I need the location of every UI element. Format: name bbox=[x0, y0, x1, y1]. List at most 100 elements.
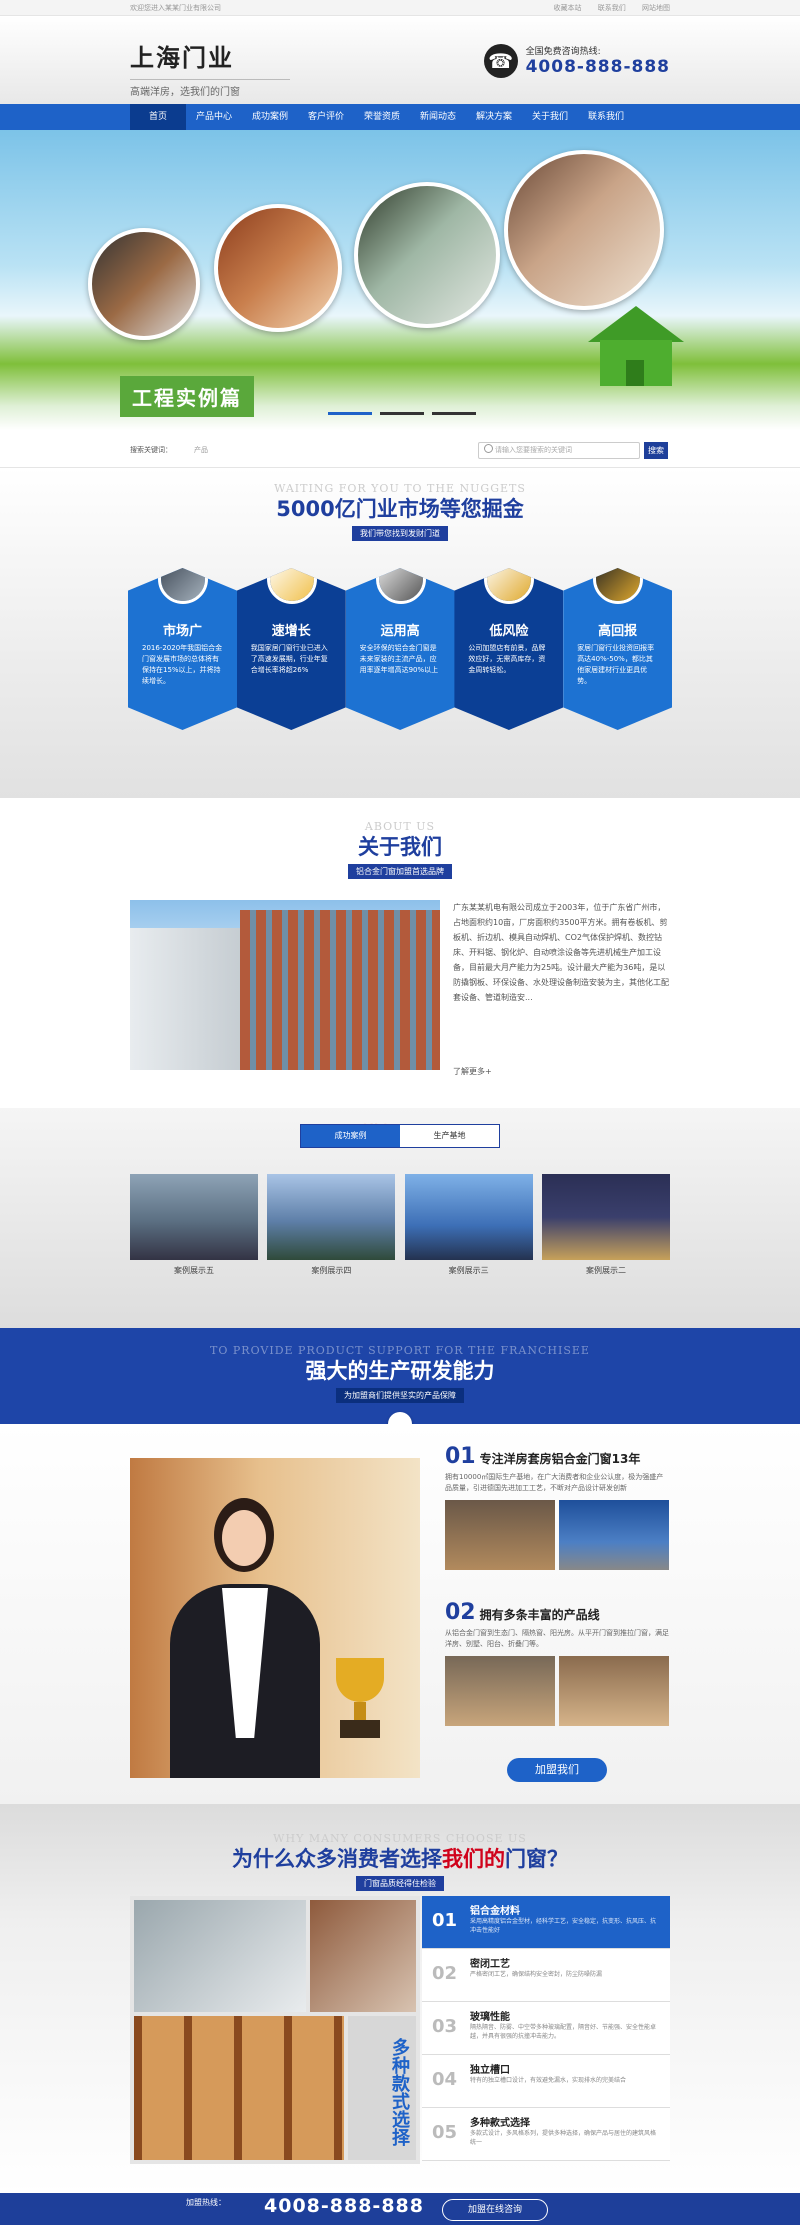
case-item[interactable]: 案例展示五 bbox=[130, 1174, 258, 1276]
why-item[interactable]: 03 玻璃性能 隔热隔音、防雾、中空带多种玻璃配置，隔音好、节能强、安全性能卓越，并… bbox=[422, 2002, 670, 2055]
market-card[interactable]: 运用高 安全环保的铝合金门窗是未来家装的主流产品，应用率逐年增高达90%以上 bbox=[345, 554, 455, 734]
factory-photo bbox=[445, 1500, 555, 1570]
why-item[interactable]: 05 多种款式选择 多款式设计，多风格系列，提供多种选择，确保产品与居住的建筑风格统… bbox=[422, 2108, 670, 2161]
case-tabs: 成功案例 生产基地 bbox=[300, 1124, 500, 1148]
case-caption: 案例展示二 bbox=[585, 1266, 626, 1275]
market-section: WAITING FOR YOU TO THE NUGGETS 5000亿门业市场… bbox=[0, 468, 800, 798]
why-item-desc: 采用高精度铝合金型材，经科学工艺，安全稳定，抗变形、抗风压、抗冲击性能好 bbox=[470, 1918, 657, 1934]
nav-item-news[interactable]: 新闻动态 bbox=[410, 104, 466, 130]
join-us-button[interactable]: 加盟我们 bbox=[507, 1758, 607, 1782]
nav-item-home[interactable]: 首页 bbox=[130, 104, 186, 130]
case-list: 案例展示五 案例展示四 案例展示三 案例展示二 bbox=[130, 1174, 670, 1276]
green-house-icon bbox=[582, 306, 690, 386]
why-item-desc: 严格密闭工艺，确保结构安全密封，防尘防噪防漏 bbox=[470, 1971, 603, 1978]
why-item-title: 玻璃性能 bbox=[470, 2012, 510, 2023]
why-item-title: 密闭工艺 bbox=[470, 1959, 510, 1970]
favorite-link[interactable]: 收藏本站 bbox=[554, 4, 582, 12]
about-more-link[interactable]: 了解更多+ bbox=[453, 1066, 492, 1077]
market-card[interactable]: 高回报 家居门窗行业投资回报率高达40%-50%，都比其他家居建材行业更具优势。 bbox=[563, 554, 673, 734]
banner-dot-1[interactable] bbox=[328, 412, 372, 415]
market-card-title: 运用高 bbox=[380, 624, 420, 639]
market-card[interactable]: 速增长 我国家居门窗行业已进入了高速发展期，行业年复合增长率将超26% bbox=[236, 554, 346, 734]
market-card-title: 市场广 bbox=[162, 624, 202, 639]
footer-phone-label: 加盟热线： bbox=[186, 2198, 226, 2207]
nav-item-reviews[interactable]: 客户评价 bbox=[298, 104, 354, 130]
main-nav: 首页 产品中心 成功案例 客户评价 荣誉资质 新闻动态 解决方案 关于我们 联系… bbox=[0, 104, 800, 130]
growth-chart-icon bbox=[266, 568, 317, 604]
case-item[interactable]: 案例展示四 bbox=[267, 1174, 396, 1276]
hero-banner[interactable]: 工程实例篇 bbox=[0, 130, 800, 430]
wooden-door-photo bbox=[134, 2016, 344, 2160]
why-heading-sub: 门窗品质经得住检验 bbox=[356, 1876, 444, 1891]
search-button[interactable]: 搜索 bbox=[644, 442, 668, 459]
ability-title: 拥有多条丰富的产品线 bbox=[479, 1608, 600, 1622]
footer-phone-number: 4008-888-888 bbox=[264, 2195, 424, 2217]
online-consult-button[interactable]: 加盟在线咨询 bbox=[442, 2199, 548, 2221]
hot-keyword[interactable]: 产品 bbox=[194, 446, 208, 454]
sitemap-link[interactable]: 网站地图 bbox=[642, 4, 670, 12]
why-item-title: 独立槽口 bbox=[470, 2065, 510, 2076]
why-item[interactable]: 02 密闭工艺 严格密闭工艺，确保结构安全密封，防尘防噪防漏 bbox=[422, 1949, 670, 2002]
case-caption: 案例展示三 bbox=[448, 1266, 489, 1275]
market-card[interactable]: 市场广 2016-2020年我国铝合金门窗发展市场的总体将有保持在15%以上，并将… bbox=[128, 554, 237, 734]
welcome-text: 欢迎您进入某某门业有限公司 bbox=[130, 4, 221, 12]
why-item[interactable]: 01 铝合金材料 采用高精度铝合金型材，经科学工艺，安全稳定，抗变形、抗风压、抗冲击… bbox=[422, 1896, 670, 1949]
case-caption: 案例展示四 bbox=[311, 1266, 352, 1275]
building-icon bbox=[158, 568, 208, 604]
why-heading: WHY MANY CONSUMERS CHOOSE US 为什么众多消费者选择我… bbox=[0, 1832, 800, 1891]
nav-item-cases[interactable]: 成功案例 bbox=[242, 104, 298, 130]
ability-number: 02 bbox=[445, 1600, 476, 1625]
tab-production-base[interactable]: 生产基地 bbox=[400, 1125, 499, 1147]
banner-dot-3[interactable] bbox=[432, 412, 476, 415]
company-building-photo bbox=[130, 900, 440, 1070]
warehouse-photo bbox=[559, 1656, 669, 1726]
tab-success-cases[interactable]: 成功案例 bbox=[301, 1125, 400, 1147]
case-item[interactable]: 案例展示二 bbox=[541, 1174, 670, 1276]
hotline-number: 4008-888-888 bbox=[525, 57, 670, 77]
room-photo bbox=[310, 1900, 416, 2012]
about-text: 广东某某机电有限公司成立于2003年，位于广东省广州市，占地面积约10亩，厂房面… bbox=[453, 903, 669, 1002]
nav-item-solutions[interactable]: 解决方案 bbox=[466, 104, 522, 130]
search-input[interactable]: 请输入您要搜索的关键词 bbox=[478, 442, 640, 459]
banner-dot-2[interactable] bbox=[380, 412, 424, 415]
case-photo bbox=[267, 1174, 396, 1260]
trophy-icon bbox=[330, 1658, 390, 1738]
logo[interactable]: 上海门业 高端洋房，选我们的门窗 bbox=[130, 38, 290, 98]
hot-keywords-label: 搜索关键词： bbox=[130, 446, 172, 454]
why-title-part-3: 门窗？ bbox=[505, 1847, 568, 1871]
market-card-title: 高回报 bbox=[598, 624, 638, 639]
nav-item-about[interactable]: 关于我们 bbox=[522, 104, 578, 130]
market-card[interactable]: 低风险公司加盟店有前景，品牌效应好，无需高库存，资金周转轻松。 bbox=[454, 554, 564, 734]
why-item-desc: 多款式设计，多风格系列，提供多种选择，确保产品与居住的建筑风格统一 bbox=[470, 2130, 657, 2146]
market-card-desc: 我国家居门窗行业已进入了高速发展期，行业年复合增长率将超26% bbox=[250, 644, 328, 674]
case-caption: 案例展示五 bbox=[174, 1266, 214, 1275]
nav-item-contact[interactable]: 联系我们 bbox=[578, 104, 634, 130]
why-item[interactable]: 04 独立槽口 特有的独立槽口设计，有效避免漏水，实现排水的完美结合 bbox=[422, 2055, 670, 2108]
hot-keywords: 搜索关键词： 产品 bbox=[130, 445, 208, 455]
banner-photo-sunroom bbox=[354, 182, 500, 328]
why-section: WHY MANY CONSUMERS CHOOSE US 为什么众多消费者选择我… bbox=[0, 1804, 800, 2194]
banner-photo-villa bbox=[504, 150, 664, 310]
footer-contact-bar: 加盟热线： 4008-888-888 加盟在线咨询 bbox=[0, 2193, 800, 2225]
search-bar: 搜索关键词： 产品 请输入您要搜索的关键词 搜索 bbox=[0, 430, 800, 468]
about-heading-title: 关于我们 bbox=[358, 835, 442, 859]
nav-item-products[interactable]: 产品中心 bbox=[186, 104, 242, 130]
ability-desc: 拥有10000㎡国际生产基地，在广大消费者和企业公认度，极为强盛产品质量，引进德… bbox=[445, 1473, 664, 1492]
case-item[interactable]: 案例展示三 bbox=[404, 1174, 533, 1276]
logo-name: 上海门业 bbox=[130, 43, 234, 72]
case-photo bbox=[541, 1174, 670, 1260]
about-section: ABOUT US 关于我们 铝合金门窗加盟首选品牌 广东某某机电有限公司成立于2… bbox=[0, 798, 800, 1108]
logo-slogan: 高端洋房，选我们的门窗 bbox=[130, 79, 290, 98]
contact-link[interactable]: 联系我们 bbox=[598, 4, 626, 12]
market-heading: WAITING FOR YOU TO THE NUGGETS 5000亿门业市场… bbox=[0, 482, 800, 541]
nav-item-honors[interactable]: 荣誉资质 bbox=[354, 104, 410, 130]
gold-bars-icon bbox=[593, 568, 644, 604]
why-title-part-1: 为什么众多消费者选择 bbox=[232, 1847, 442, 1871]
market-card-title: 低风险 bbox=[489, 624, 529, 639]
consultant-photo bbox=[130, 1458, 420, 1778]
ability-number: 01 bbox=[445, 1444, 476, 1469]
rnd-heading: TO PROVIDE PRODUCT SUPPORT FOR THE FRANC… bbox=[0, 1344, 800, 1403]
ability-desc: 从铝合金门窗到生态门、隔热窗、阳光房。从平开门窗到推拉门窗，满足洋房、别墅、阳台… bbox=[445, 1629, 669, 1648]
market-card-desc: 公司加盟店有前景，品牌效应好，无需高库存，资金周转轻松。 bbox=[468, 644, 546, 674]
rnd-heading-sub: 为加盟商们提供坚实的产品保障 bbox=[336, 1388, 464, 1403]
